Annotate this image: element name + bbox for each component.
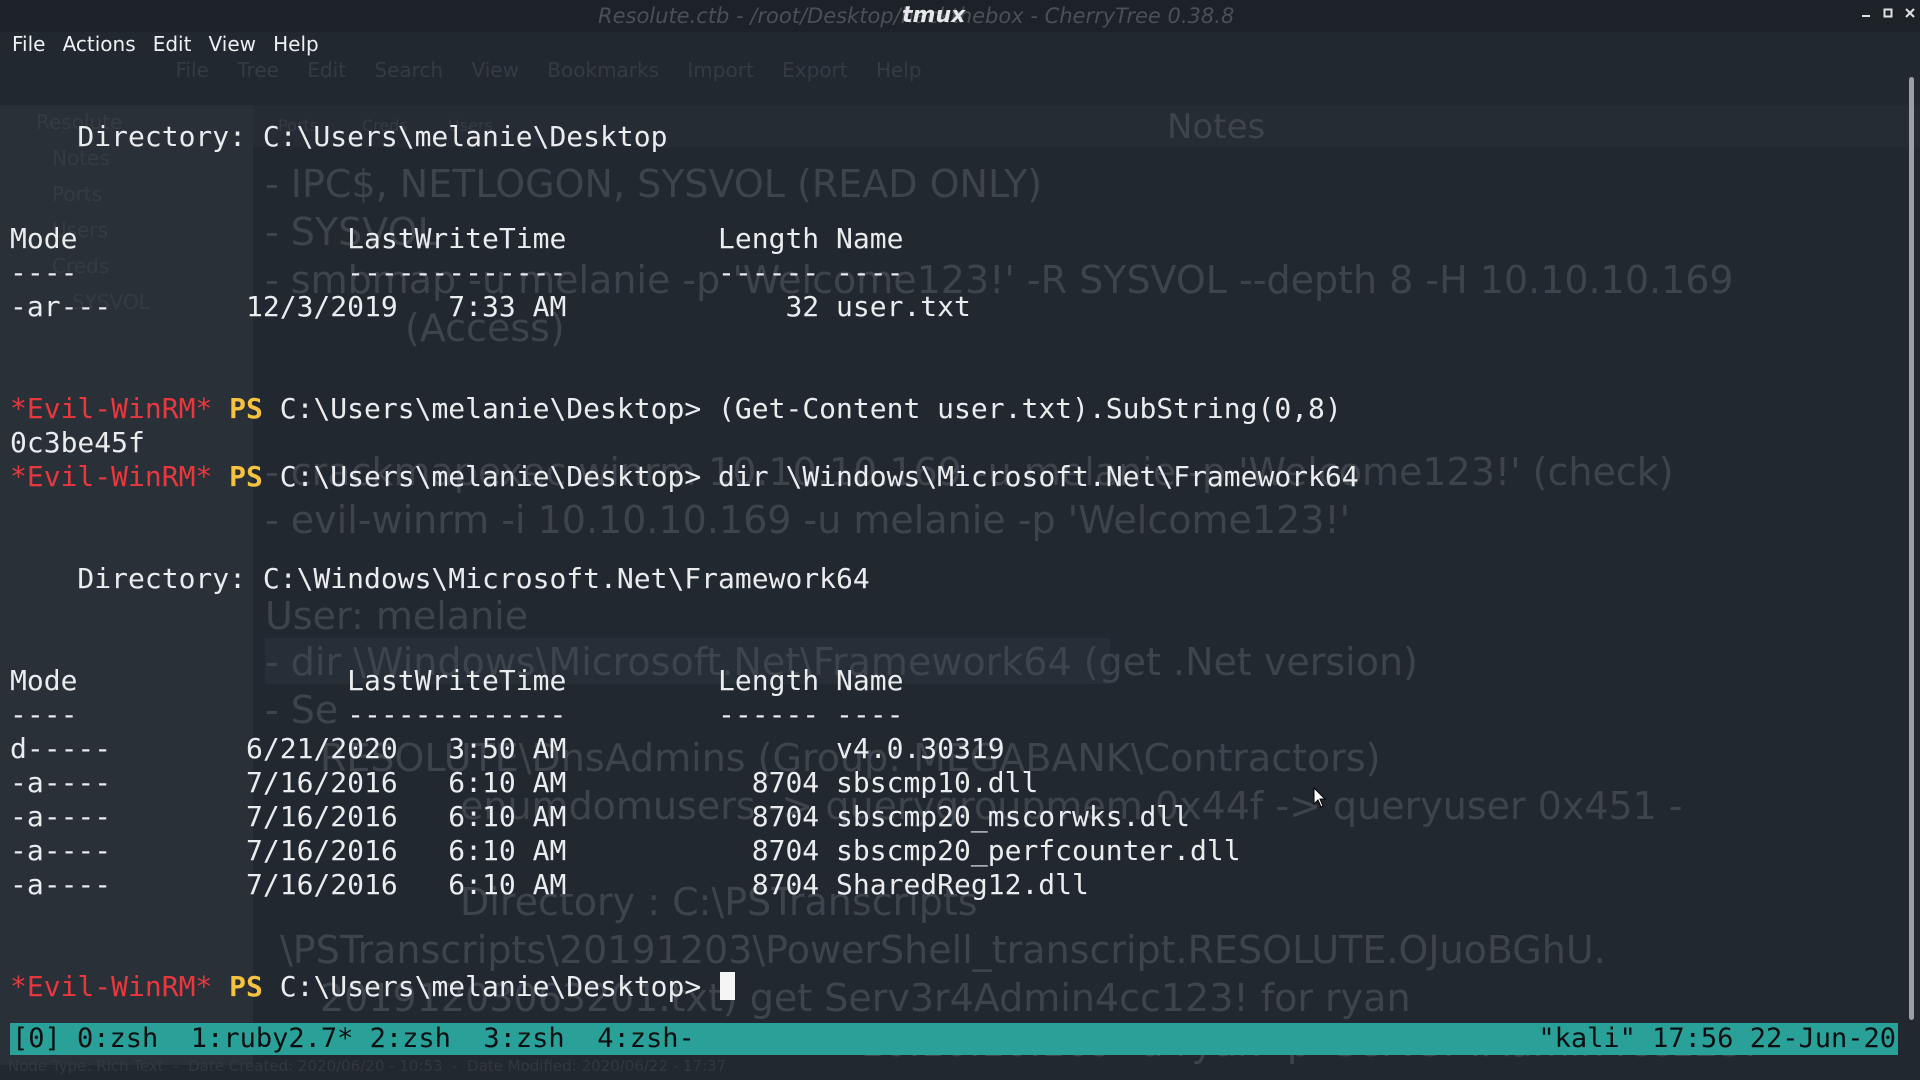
prompt-ps-label: PS bbox=[229, 392, 263, 425]
terminal-output-line: -a---- 7/16/2016 6:10 AM 8704 sbscmp20_m… bbox=[10, 800, 1191, 833]
close-icon[interactable] bbox=[1902, 4, 1918, 22]
title-bar[interactable]: Resolute.ctb - /root/Desktop/hackthebox … bbox=[0, 0, 1920, 32]
menu-actions[interactable]: Actions bbox=[63, 32, 136, 56]
prompt-command: dir \Windows\Microsoft.Net\Framework64 bbox=[701, 460, 1359, 493]
prompt-path: C:\Users\melanie\Desktop> bbox=[279, 392, 702, 425]
terminal-cursor[interactable] bbox=[720, 972, 736, 1000]
tmux-status-bar: [0] 0:zsh 1:ruby2.7* 2:zsh 3:zsh 4:zsh- … bbox=[10, 1023, 1898, 1055]
menu-help[interactable]: Help bbox=[273, 32, 319, 56]
terminal-output-line: 0c3be45f bbox=[10, 426, 145, 459]
menu-edit[interactable]: Edit bbox=[153, 32, 192, 56]
terminal-prompt-line: *Evil-WinRM* PS C:\Users\melanie\Desktop… bbox=[10, 970, 1905, 1004]
tmux-window-list[interactable]: [0] 0:zsh 1:ruby2.7* 2:zsh 3:zsh 4:zsh- bbox=[12, 1023, 695, 1055]
prompt-command bbox=[701, 970, 718, 1003]
prompt-path: C:\Users\melanie\Desktop> bbox=[279, 970, 702, 1003]
screen: File Tree Edit Search View Bookmarks Imp… bbox=[0, 0, 1920, 1080]
background-statusline: Node Type: Rich Text - Date Created: 202… bbox=[8, 1057, 727, 1075]
prompt-shell-label: *Evil-WinRM* bbox=[10, 460, 213, 493]
menu-bar: File Actions Edit View Help bbox=[0, 32, 1920, 56]
maximize-icon[interactable] bbox=[1880, 4, 1896, 22]
mouse-pointer-icon bbox=[1313, 786, 1327, 809]
prompt-ps-label: PS bbox=[229, 460, 263, 493]
terminal-output-line: -a---- 7/16/2016 6:10 AM 8704 sbscmp10.d… bbox=[10, 766, 1039, 799]
tmux-status-right: "kali" 17:56 22-Jun-20 bbox=[1538, 1023, 1896, 1054]
menu-file[interactable]: File bbox=[12, 32, 45, 56]
prompt-shell-label: *Evil-WinRM* bbox=[10, 970, 213, 1003]
terminal-output-line: ---- ------------- ------ ---- bbox=[10, 698, 904, 731]
terminal-output-line: d----- 6/21/2020 3:50 AM v4.0.30319 bbox=[10, 732, 1005, 765]
prompt-command: (Get-Content user.txt).SubString(0,8) bbox=[701, 392, 1342, 425]
terminal-output-line: -a---- 7/16/2016 6:10 AM 8704 SharedReg1… bbox=[10, 868, 1089, 901]
terminal-output-line: ---- ------------- ------ ---- bbox=[10, 256, 904, 289]
terminal-prompt-line: *Evil-WinRM* PS C:\Users\melanie\Desktop… bbox=[10, 460, 1905, 494]
terminal-output-line: Directory: C:\Users\melanie\Desktop bbox=[10, 120, 668, 153]
terminal-output-line: -ar--- 12/3/2019 7:33 AM 32 user.txt bbox=[10, 290, 971, 323]
window-title: tmux bbox=[902, 3, 966, 28]
prompt-ps-label: PS bbox=[229, 970, 263, 1003]
minimize-icon[interactable] bbox=[1858, 4, 1874, 22]
terminal-scrollbar[interactable] bbox=[1909, 77, 1914, 1020]
terminal-output-line: -a---- 7/16/2016 6:10 AM 8704 sbscmp20_p… bbox=[10, 834, 1241, 867]
terminal-output[interactable]: Directory: C:\Users\melanie\Desktop Mode … bbox=[10, 120, 1905, 1004]
terminal-output-line: Mode LastWriteTime Length Name bbox=[10, 664, 904, 697]
terminal-prompt-line: *Evil-WinRM* PS C:\Users\melanie\Desktop… bbox=[10, 392, 1905, 426]
prompt-path: C:\Users\melanie\Desktop> bbox=[279, 460, 702, 493]
menu-view[interactable]: View bbox=[209, 32, 256, 56]
terminal-output-line: Mode LastWriteTime Length Name bbox=[10, 222, 904, 255]
prompt-shell-label: *Evil-WinRM* bbox=[10, 392, 213, 425]
terminal-output-line: Directory: C:\Windows\Microsoft.Net\Fram… bbox=[10, 562, 870, 595]
